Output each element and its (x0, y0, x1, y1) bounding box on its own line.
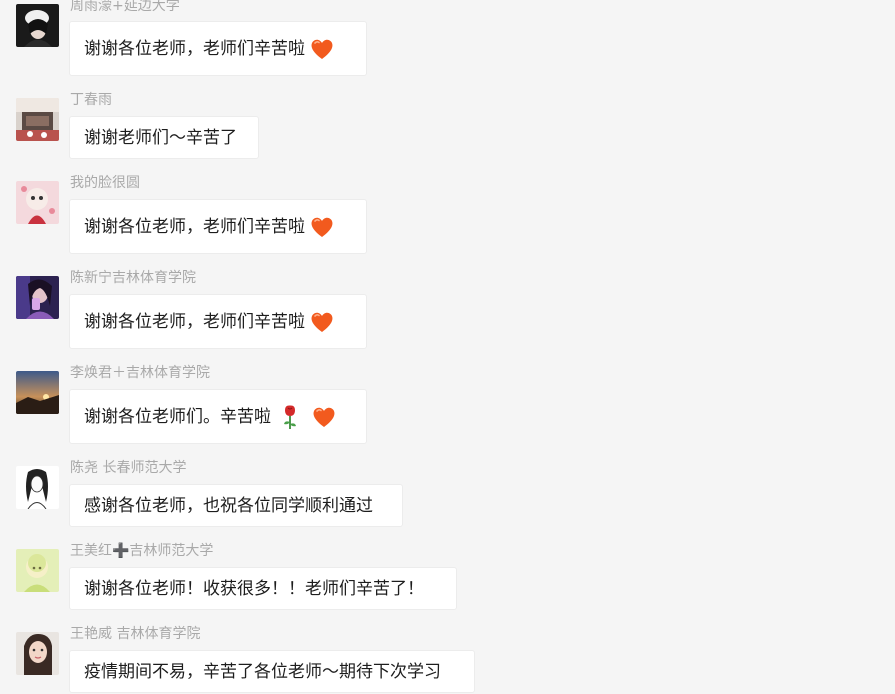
sender-name: 陈新宁吉林体育学院 (70, 270, 196, 286)
heart-icon (311, 312, 333, 332)
avatar[interactable] (16, 4, 59, 47)
sender-name: 王美红➕吉林师范大学 (70, 543, 214, 559)
rose-icon (284, 404, 296, 429)
avatar[interactable] (16, 181, 59, 224)
sender-name: 我的脸很圆 (70, 175, 140, 191)
avatar[interactable] (16, 98, 59, 141)
message-text: 谢谢各位老师，老师们辛苦啦 (84, 311, 305, 332)
avatar[interactable] (16, 371, 59, 414)
avatar[interactable] (16, 466, 59, 509)
heart-icon (313, 407, 335, 427)
message-text: 感谢各位老师，也祝各位同学顺利通过 (84, 495, 373, 516)
sender-name: 王艳威 吉林体育学院 (70, 626, 201, 642)
sender-name: 陈尧 长春师范大学 (70, 460, 187, 476)
message-text: 谢谢老师们～辛苦了 (84, 127, 237, 148)
message-text: 谢谢各位老师，老师们辛苦啦 (84, 216, 305, 237)
sender-name: 周雨濛+延边大学 (70, 0, 180, 14)
message-text: 疫情期间不易，辛苦了各位老师～期待下次学习 (84, 661, 441, 682)
message-bubble[interactable]: 谢谢各位老师们。辛苦啦 (69, 389, 367, 444)
message-bubble[interactable]: 谢谢老师们～辛苦了 (69, 116, 259, 159)
message-text: 谢谢各位老师！收获很多！！老师们辛苦了！ (84, 578, 424, 599)
avatar[interactable] (16, 632, 59, 675)
sender-name: 丁春雨 (70, 92, 112, 108)
sender-name: 李焕君＋吉林体育学院 (70, 365, 210, 381)
message-bubble[interactable]: 谢谢各位老师！收获很多！！老师们辛苦了！ (69, 567, 457, 610)
message-bubble[interactable]: 谢谢各位老师，老师们辛苦啦 (69, 199, 367, 254)
message-bubble[interactable]: 疫情期间不易，辛苦了各位老师～期待下次学习 (69, 650, 475, 693)
message-text: 谢谢各位老师，老师们辛苦啦 (84, 38, 305, 59)
message-bubble[interactable]: 谢谢各位老师，老师们辛苦啦 (69, 294, 367, 349)
message-bubble[interactable]: 感谢各位老师，也祝各位同学顺利通过 (69, 484, 403, 527)
message-text: 谢谢各位老师们。辛苦啦 (84, 406, 271, 427)
message-bubble[interactable]: 谢谢各位老师，老师们辛苦啦 (69, 21, 367, 76)
avatar[interactable] (16, 276, 59, 319)
heart-icon (311, 217, 333, 237)
avatar[interactable] (16, 549, 59, 592)
heart-icon (311, 39, 333, 59)
